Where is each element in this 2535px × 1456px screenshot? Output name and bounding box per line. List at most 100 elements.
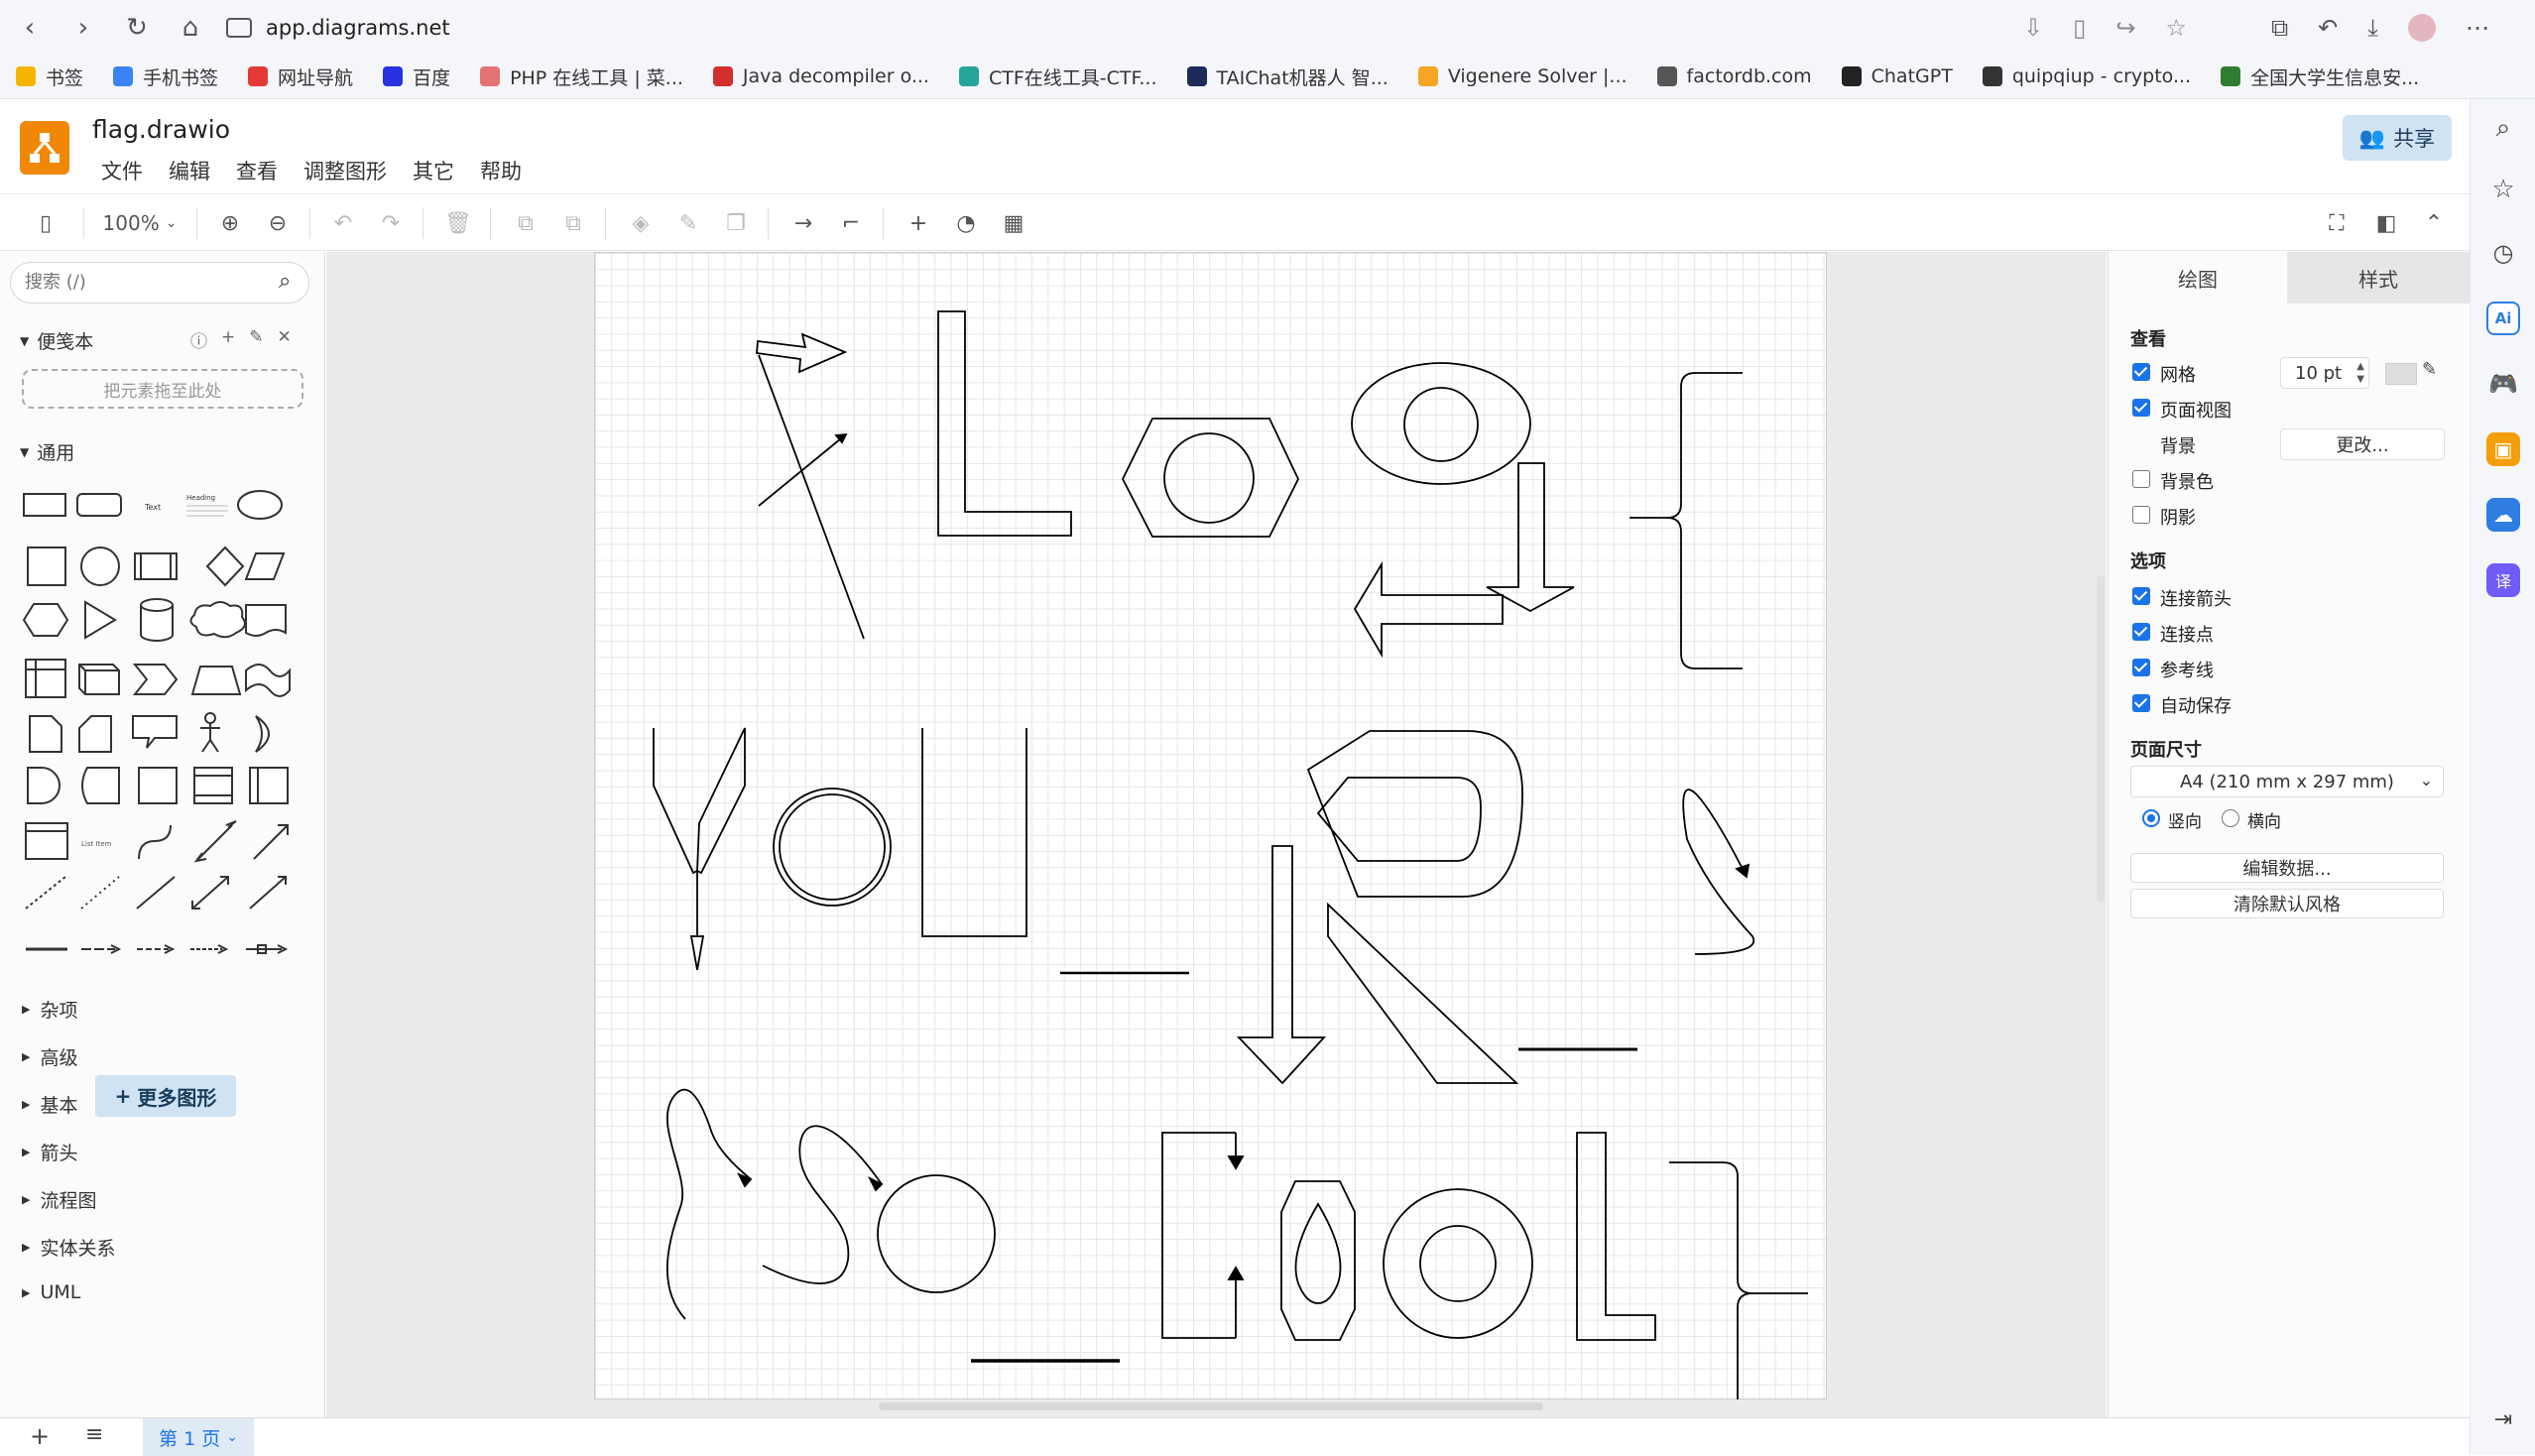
- search-icon[interactable]: ⌕: [2486, 111, 2520, 145]
- drawio-logo[interactable]: [20, 121, 69, 175]
- reload-icon[interactable]: ↻: [117, 8, 157, 48]
- favorites-icon[interactable]: ☆: [2486, 173, 2520, 206]
- shape-circle[interactable]: [877, 1174, 996, 1293]
- format-panel-toggle-icon[interactable]: ▯: [30, 205, 61, 241]
- shape-diagonal-bar[interactable]: [1327, 902, 1519, 1084]
- bookmark-item[interactable]: quipqiup - crypto...: [1982, 65, 2191, 87]
- category-entity-relation[interactable]: ▶ 实体关系: [22, 1234, 115, 1261]
- zoom-in-icon[interactable]: ⊕: [214, 205, 246, 241]
- help-icon[interactable]: ⓘ: [190, 327, 207, 352]
- shapes-icon[interactable]: ◔: [950, 205, 982, 241]
- shape-down-arrow[interactable]: [1486, 462, 1575, 613]
- translate-icon[interactable]: 译: [2486, 563, 2520, 597]
- general-header[interactable]: ▼ 通用: [20, 438, 74, 465]
- guides-checkbox[interactable]: [2132, 659, 2150, 676]
- bookmark-item[interactable]: ChatGPT: [1841, 65, 1953, 87]
- shape-heading-label[interactable]: Heading: [186, 494, 215, 502]
- shape-bracket[interactable]: [1161, 1132, 1236, 1339]
- shadow-checkbox[interactable]: [2132, 506, 2150, 524]
- category-flowchart[interactable]: ▶ 流程图: [22, 1186, 96, 1213]
- page-tab-1[interactable]: 第 1 页 ⌄: [143, 1418, 254, 1456]
- edit-data-button[interactable]: 编辑数据...: [2130, 853, 2444, 883]
- download-page-icon[interactable]: ⇩: [2023, 14, 2043, 42]
- shape-left-arrow[interactable]: [1353, 560, 1504, 659]
- close-icon[interactable]: ✕: [278, 327, 292, 352]
- bookmark-item[interactable]: TAIChat机器人 智...: [1186, 63, 1388, 90]
- site-info-icon[interactable]: [226, 18, 252, 38]
- shape-down-arrow[interactable]: [1236, 845, 1327, 1085]
- bookmark-item[interactable]: 书签: [16, 63, 83, 90]
- stepper-icon[interactable]: ▲ ▼: [2356, 360, 2364, 386]
- add-icon[interactable]: +: [221, 327, 235, 352]
- shape-block-arrow[interactable]: [756, 332, 848, 374]
- menu-extras[interactable]: 其它: [413, 156, 454, 185]
- toolbox-icon[interactable]: ▣: [2486, 432, 2520, 466]
- shape-curly-brace[interactable]: [1669, 1161, 1808, 1399]
- cloud-icon[interactable]: ☁: [2486, 498, 2520, 532]
- share-button[interactable]: 👥 共享: [2343, 115, 2452, 161]
- shape-u-letter[interactable]: [921, 728, 1027, 937]
- to-front-icon[interactable]: ⧉: [510, 205, 542, 241]
- shape-drop[interactable]: [1294, 1202, 1342, 1304]
- collapse-icon[interactable]: ⌃: [2418, 205, 2450, 241]
- document-title[interactable]: flag.drawio: [92, 115, 230, 144]
- table-icon[interactable]: ▦: [998, 205, 1029, 241]
- category-advanced[interactable]: ▶ 高级: [22, 1043, 77, 1070]
- shape-curly-brace[interactable]: [1630, 372, 1743, 669]
- grid-size-input[interactable]: 10 pt ▲ ▼: [2280, 357, 2369, 389]
- shape-search-box[interactable]: ⌕: [10, 262, 309, 303]
- shape-ring[interactable]: [1383, 1188, 1533, 1339]
- shadow-icon[interactable]: ❐: [720, 205, 752, 241]
- shape-s-curve[interactable]: [762, 1125, 883, 1284]
- line-color-icon[interactable]: ✎: [672, 205, 704, 241]
- menu-edit[interactable]: 编辑: [169, 156, 210, 185]
- landscape-radio[interactable]: [2222, 809, 2239, 827]
- search-icon[interactable]: ⌕: [279, 269, 291, 294]
- collapse-panel-icon[interactable]: ⇥: [2486, 1402, 2520, 1436]
- delete-icon[interactable]: 🗑: [442, 205, 474, 241]
- tab-style[interactable]: 样式: [2287, 252, 2470, 303]
- bookmark-item[interactable]: 全国大学生信息安...: [2221, 63, 2419, 90]
- search-input[interactable]: [25, 272, 263, 293]
- tab-diagram[interactable]: 绘图: [2109, 252, 2287, 303]
- address-bar[interactable]: app.diagrams.net: [226, 8, 2071, 48]
- menu-help[interactable]: 帮助: [480, 156, 522, 185]
- shape-r-bowl[interactable]: [1306, 730, 1523, 898]
- connection-arrow-icon[interactable]: →: [787, 205, 819, 241]
- insert-icon[interactable]: +: [903, 205, 934, 241]
- bookmark-item[interactable]: Java decompiler o...: [712, 65, 929, 87]
- back-icon[interactable]: ‹: [10, 8, 50, 48]
- shape-circle[interactable]: [1403, 387, 1479, 462]
- diagram-drawing[interactable]: [594, 252, 1827, 1399]
- home-icon[interactable]: ⌂: [171, 8, 210, 48]
- shape-ellipse[interactable]: [1351, 362, 1531, 485]
- add-page-icon[interactable]: +: [30, 1422, 50, 1450]
- vertical-scrollbar[interactable]: [2097, 575, 2105, 903]
- shape-line[interactable]: [758, 354, 865, 640]
- page-view-checkbox[interactable]: [2132, 399, 2150, 417]
- to-back-icon[interactable]: ⧉: [557, 205, 589, 241]
- shape-y-letter[interactable]: [653, 727, 746, 971]
- shape-l-letter[interactable]: [1576, 1132, 1656, 1341]
- reader-icon[interactable]: ▯: [2073, 14, 2086, 42]
- redo-icon[interactable]: ↷: [375, 205, 407, 241]
- bookmark-item[interactable]: 手机书签: [113, 63, 218, 90]
- bookmark-item[interactable]: 网址导航: [248, 63, 353, 90]
- tab-collections-icon[interactable]: ⧉: [2271, 14, 2288, 42]
- change-background-button[interactable]: 更改...: [2280, 428, 2445, 460]
- portrait-radio[interactable]: [2142, 809, 2160, 827]
- fullscreen-icon[interactable]: ⛶: [2321, 205, 2353, 241]
- pencil-icon[interactable]: ✎: [2422, 359, 2437, 380]
- connection-points-checkbox[interactable]: [2132, 623, 2150, 641]
- pages-menu-icon[interactable]: ≡: [85, 1422, 103, 1447]
- category-basic[interactable]: ▶ 基本: [22, 1091, 77, 1118]
- shape-hexagon[interactable]: [1121, 418, 1300, 538]
- shape-s-curve[interactable]: [665, 1088, 752, 1320]
- downloads-icon[interactable]: ⤓: [2367, 14, 2378, 42]
- bookmark-star-icon[interactable]: ☆: [2165, 14, 2187, 42]
- bookmark-item[interactable]: PHP 在线工具 | 菜...: [480, 63, 683, 90]
- shape-l-letter[interactable]: [937, 310, 1072, 537]
- grid-checkbox[interactable]: [2132, 363, 2150, 381]
- bookmark-item[interactable]: factordb.com: [1656, 65, 1812, 87]
- waypoints-icon[interactable]: ⌐: [835, 205, 867, 241]
